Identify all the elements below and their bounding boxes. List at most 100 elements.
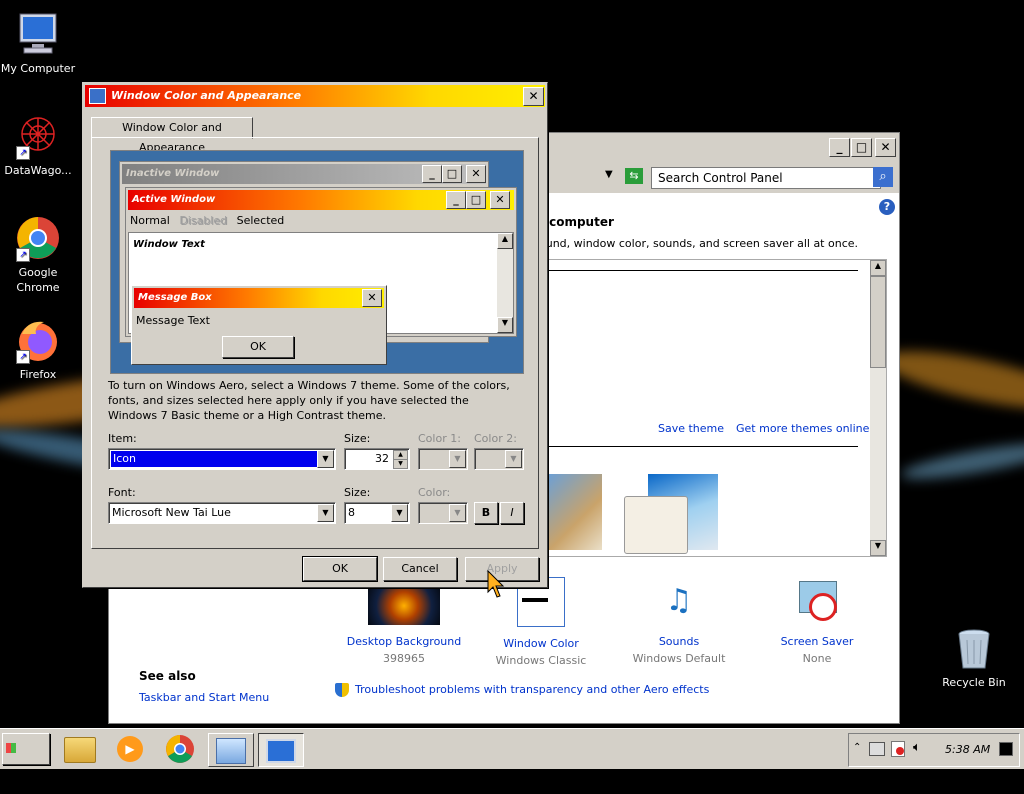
stepper-down-icon[interactable]: ▼	[393, 459, 408, 469]
chrome-icon	[166, 735, 194, 763]
bold-button[interactable]: B	[474, 502, 498, 524]
desktop-icon-recycle-bin[interactable]: Recycle Bin	[936, 624, 1012, 690]
refresh-icon[interactable]: ⇆	[625, 168, 643, 184]
taskbar-control-panel-button[interactable]	[208, 733, 254, 767]
minimize-button[interactable]: _	[829, 138, 850, 157]
preview-menu-bar: Normal Disabled Selected	[130, 214, 284, 227]
firefox-icon: ↗	[14, 316, 62, 364]
cancel-button[interactable]: Cancel	[383, 557, 457, 581]
taskbar-media-player-button[interactable]: ▶	[108, 733, 152, 765]
windows-logo-icon	[6, 743, 16, 753]
preview-message-box[interactable]: Message Box ✕ Message Text OK	[131, 285, 387, 365]
taskbar-start-menu-link[interactable]: Taskbar and Start Menu	[139, 691, 269, 704]
tab-window-color[interactable]: Window Color and Appearance	[91, 117, 253, 154]
chrome-icon: ↗	[14, 214, 62, 262]
datawagon-icon: ↗	[14, 112, 62, 160]
folder-icon	[64, 737, 96, 763]
window-text: Window Text	[133, 239, 205, 250]
aero-info-text: To turn on Windows Aero, select a Window…	[108, 379, 510, 422]
scrollbar[interactable]: ▲ ▼	[870, 260, 886, 556]
sounds-item[interactable]: ♫ Sounds Windows Default	[615, 577, 743, 665]
screen-saver-item[interactable]: Screen Saver None	[753, 577, 881, 665]
font-size-label: Size:	[344, 486, 371, 499]
desktop-background-item[interactable]: Desktop Background 398965	[339, 577, 469, 665]
chevron-down-icon[interactable]: ▼	[449, 504, 466, 522]
troubleshoot-link[interactable]: Troubleshoot problems with transparency …	[355, 683, 709, 696]
dialog-title: Window Color and Appearance	[111, 89, 302, 102]
taskbar-chrome-button[interactable]	[158, 733, 202, 765]
start-button[interactable]: Start	[2, 733, 50, 785]
preview-ok-button: OK	[222, 336, 294, 358]
taskbar: Start ▶ ⌃ 🔈︎ 5:38 AM	[0, 728, 1024, 785]
desktop-icon-label: Firefox	[19, 368, 57, 381]
italic-button[interactable]: I	[500, 502, 524, 524]
network-icon[interactable]	[869, 742, 885, 756]
save-theme-link[interactable]: Save theme	[658, 422, 724, 435]
font-label: Font:	[108, 486, 136, 499]
dialog-close-button[interactable]: ✕	[523, 87, 544, 106]
action-center-icon[interactable]	[891, 741, 905, 757]
font-size-select[interactable]: 8 ▼	[344, 502, 410, 524]
address-dropdown-icon[interactable]: ▼	[605, 169, 613, 180]
item-select[interactable]: Icon ▼	[108, 448, 336, 470]
mouse-cursor-icon	[487, 569, 505, 603]
dialog-titlebar[interactable]: Window Color and Appearance ✕	[85, 85, 545, 107]
media-player-icon: ▶	[117, 736, 143, 762]
theme-thumbnail-selected[interactable]	[624, 496, 688, 554]
display-icon	[89, 88, 106, 104]
item-size-label: Size:	[344, 432, 371, 445]
message-text: Message Text	[136, 314, 210, 327]
see-also-heading: See also	[139, 669, 196, 683]
close-button[interactable]: ✕	[875, 138, 896, 157]
show-desktop-icon[interactable]	[999, 742, 1013, 756]
volume-icon[interactable]: 🔈︎	[913, 740, 921, 755]
theme-thumbnail[interactable]	[546, 474, 602, 550]
color2-label: Color 2:	[474, 432, 517, 445]
chevron-down-icon[interactable]: ▼	[505, 450, 522, 468]
window-color-dialog[interactable]: Window Color and Appearance ✕ Window Col…	[82, 82, 548, 588]
item-size-stepper[interactable]: 32 ▲ ▼	[344, 448, 410, 470]
item-select-value: Icon	[110, 450, 318, 468]
desktop-icon-google-chrome[interactable]: ↗ Google Chrome	[0, 214, 76, 295]
search-input[interactable]: Search Control Panel	[651, 167, 881, 189]
scrollbar-thumb[interactable]	[870, 276, 886, 368]
desktop-icon-my-computer[interactable]: My Computer	[0, 10, 76, 76]
font-color-picker[interactable]: ▼	[418, 502, 468, 524]
desktop-icon-label: Recycle Bin	[942, 676, 1006, 689]
color1-picker[interactable]: ▼	[418, 448, 468, 470]
desktop-icon-firefox[interactable]: ↗ Firefox	[0, 316, 76, 382]
chevron-down-icon[interactable]: ▼	[449, 450, 466, 468]
chevron-down-icon[interactable]: ▼	[391, 504, 408, 522]
desktop-icon-datawagon[interactable]: ↗ DataWago...	[0, 112, 76, 178]
color2-picker[interactable]: ▼	[474, 448, 524, 470]
tab-panel: Inactive Window _ □ ✕ Active Window _ □ …	[91, 137, 539, 549]
shortcut-arrow-icon: ↗	[16, 146, 30, 160]
chevron-down-icon[interactable]: ▼	[317, 504, 334, 522]
font-select[interactable]: Microsoft New Tai Lue ▼	[108, 502, 336, 524]
help-icon[interactable]: ?	[879, 199, 895, 215]
search-icon[interactable]: ⌕	[873, 167, 893, 187]
desktop-icon-label: DataWago...	[4, 164, 72, 177]
shield-icon	[335, 683, 349, 697]
appearance-preview[interactable]: Inactive Window _ □ ✕ Active Window _ □ …	[110, 150, 524, 374]
page-heading: r computer	[539, 215, 614, 229]
taskbar-explorer-button[interactable]	[58, 733, 102, 765]
maximize-button[interactable]: □	[851, 138, 872, 157]
display-icon	[266, 739, 296, 763]
more-themes-link[interactable]: Get more themes online	[736, 422, 869, 435]
themes-list[interactable]: Save theme Get more themes online ▲ ▼	[539, 259, 887, 557]
font-size-value: 8	[348, 506, 355, 519]
start-label: Start	[3, 772, 35, 785]
font-color-label: Color:	[418, 486, 451, 499]
taskbar-display-button[interactable]	[258, 733, 304, 767]
tray-expand-icon[interactable]: ⌃	[853, 742, 861, 753]
desktop-icon-label: My Computer	[0, 62, 76, 75]
active-minimize-icon: _	[446, 191, 466, 209]
clock[interactable]: 5:38 AM	[945, 743, 990, 756]
chevron-down-icon[interactable]: ▼	[317, 450, 334, 468]
menu-selected: Selected	[236, 214, 285, 227]
menu-normal: Normal	[130, 214, 170, 227]
shortcut-arrow-icon: ↗	[16, 350, 30, 364]
ok-button[interactable]: OK	[302, 556, 378, 582]
item-size-value: 32	[375, 452, 389, 465]
